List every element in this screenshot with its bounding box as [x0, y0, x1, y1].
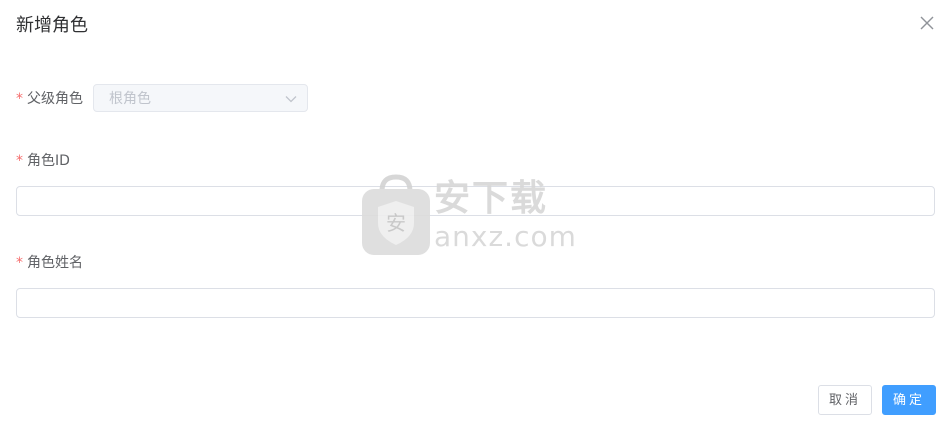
watermark: 安 安下载 anxz.com	[360, 173, 580, 257]
role-id-label: * 角色ID	[16, 151, 70, 171]
role-name-input[interactable]	[16, 288, 935, 318]
parent-role-value: 根角色	[109, 91, 151, 107]
parent-role-label: * 父级角色	[16, 89, 83, 109]
parent-role-label-text: 父级角色	[27, 91, 83, 107]
shield-bag-logo: 安	[362, 174, 430, 255]
dialog-title: 新增角色	[16, 15, 88, 36]
chevron-down-icon	[285, 96, 297, 103]
required-mark: *	[16, 91, 23, 107]
required-mark: *	[16, 255, 23, 271]
add-role-dialog: 新增角色 * 父级角色 根角色 * 角色ID * 角色姓名 安 安下载 anxz.co…	[0, 0, 939, 434]
role-name-label-text: 角色姓名	[27, 255, 83, 271]
watermark-logo-char: 安	[386, 211, 406, 235]
parent-role-select[interactable]: 根角色	[93, 84, 308, 112]
role-id-label-text: 角色ID	[27, 153, 70, 169]
cancel-button[interactable]: 取消	[818, 385, 872, 415]
watermark-text-en: anxz.com	[434, 220, 577, 253]
role-name-label: * 角色姓名	[16, 253, 83, 273]
watermark-text-cn: 安下载	[434, 178, 549, 219]
required-mark: *	[16, 153, 23, 169]
close-icon[interactable]	[918, 14, 936, 32]
confirm-button[interactable]: 确定	[882, 385, 936, 415]
